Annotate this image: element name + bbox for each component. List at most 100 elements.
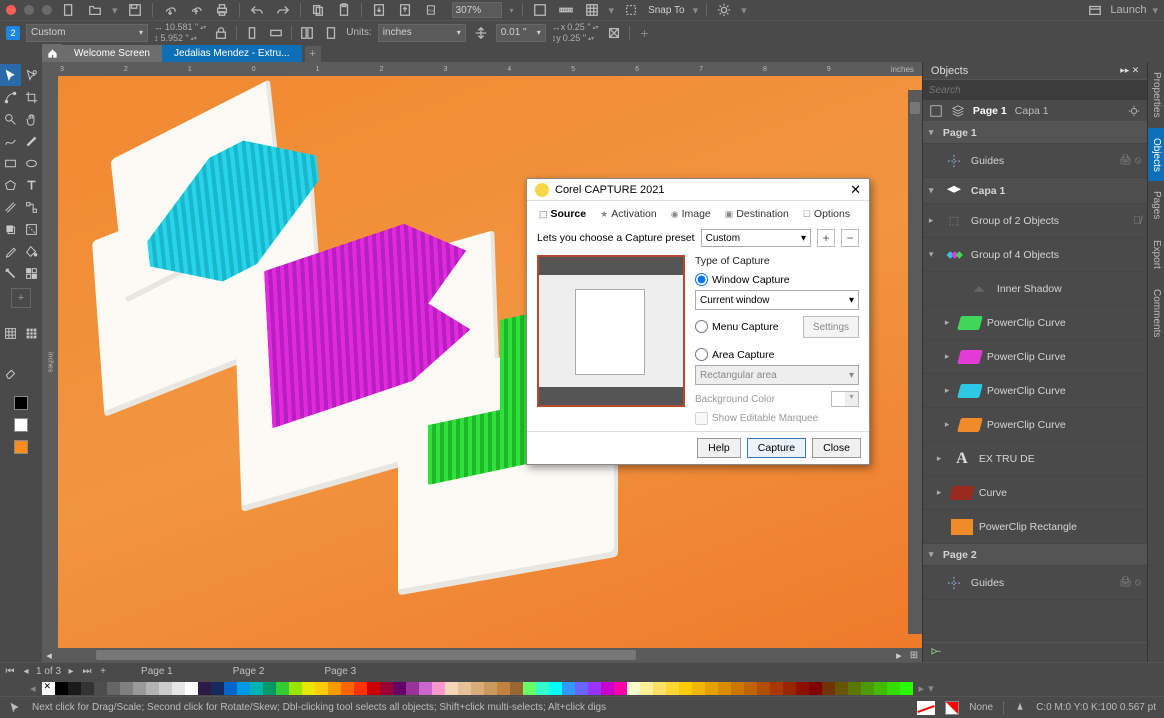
open-icon[interactable] [86,2,104,18]
panel-footer-icon[interactable] [929,646,947,660]
page-tab-3[interactable]: Page 3 [296,666,384,677]
all-pages-icon[interactable] [298,25,316,41]
transparency-tool-icon[interactable] [21,218,42,240]
obj-item-page[interactable]: ▾Page 1 [923,122,1147,144]
obj-item-innershadow[interactable]: ▸Inner Shadow [923,272,1147,306]
side-tab-export[interactable]: Export [1148,230,1164,279]
pick-tool-icon[interactable] [0,64,21,86]
toolbox-customize[interactable]: + [11,288,31,308]
snap-icon[interactable] [622,2,640,18]
page-tab-1[interactable]: Page 1 [113,666,201,677]
text-tool-icon[interactable] [21,174,42,196]
freehand-pick-icon[interactable] [21,64,42,86]
window-select[interactable]: Current window▾ [695,290,859,310]
side-tab-pages[interactable]: Pages [1148,181,1164,229]
preset-add-button[interactable]: + [817,229,835,247]
shape-tool-icon[interactable] [0,86,21,108]
fill-swatch-icon[interactable] [917,701,935,715]
eraser-tool-icon[interactable] [0,362,21,384]
undo-icon[interactable] [248,2,266,18]
dlg-tab-options[interactable]: ☐Options [797,205,856,223]
freehand-tool-icon[interactable] [0,130,21,152]
page-preset-combo[interactable]: Custom [26,24,148,42]
dup-x[interactable]: 0.25 " [567,22,590,32]
export-icon[interactable] [396,2,414,18]
tab-welcome[interactable]: Welcome Screen [62,45,162,62]
smart-fill-icon[interactable] [21,262,42,284]
units-combo[interactable]: inches [378,24,466,42]
grid-icon[interactable] [583,2,601,18]
save-icon[interactable] [126,2,144,18]
obj-item-layer[interactable]: ▾Capa 1 [923,178,1147,204]
dialog-titlebar[interactable]: Corel CAPTURE 2021 ✕ [527,179,869,201]
polygon-tool-icon[interactable] [0,174,21,196]
launch-icon[interactable] [1086,2,1104,18]
paste-icon[interactable] [335,2,353,18]
secondary-color-well[interactable] [14,440,28,454]
obj-item-guides[interactable]: Guides🖨 ⦸ [923,566,1147,600]
zoom-tool-icon[interactable] [0,108,21,130]
fullscreen-icon[interactable] [531,2,549,18]
current-page-icon[interactable] [322,25,340,41]
obj-item-pc[interactable]: ▸PowerClip Curve [923,340,1147,374]
objects-tree[interactable]: ▾Page 1 Guides🖨 ⦸ ▾Capa 1▸⬚Group of 2 Obje… [923,122,1147,642]
ellipse-tool-icon[interactable] [21,152,42,174]
connector-tool-icon[interactable] [21,196,42,218]
portrait-icon[interactable] [243,25,261,41]
page-first-icon[interactable]: ⏮ [4,666,16,677]
page-next-icon[interactable]: ▸ [65,666,77,677]
preset-remove-button[interactable]: − [841,229,859,247]
panel-mode-icon[interactable] [929,104,943,118]
crop-tool-icon[interactable] [21,86,42,108]
side-tab-properties[interactable]: Properties [1148,62,1164,128]
pan-tool-icon[interactable] [21,108,42,130]
obj-item-pc[interactable]: ▸PowerClip Curve [923,374,1147,408]
treat-icon[interactable] [605,25,623,41]
cloud-up-icon[interactable] [187,2,205,18]
side-tab-comments[interactable]: Comments [1148,279,1164,347]
page-add-icon[interactable]: + [97,666,109,677]
redo-icon[interactable] [274,2,292,18]
eyedropper-tool-icon[interactable] [0,240,21,262]
panel-options-icon[interactable] [1127,104,1141,118]
obj-item-pc[interactable]: ▸PowerClip Curve [923,306,1147,340]
dlg-tab-image[interactable]: ◉Image [665,205,717,223]
dialog-close-icon[interactable]: ✕ [850,182,861,198]
add-btn-icon[interactable]: + [636,25,654,41]
radio-window[interactable] [695,273,708,286]
active-layer-label[interactable]: Capa 1 [1015,105,1049,117]
preset-select[interactable]: Custom▾ [701,229,811,247]
help-button[interactable]: Help [697,438,741,458]
obj-item-curve[interactable]: ▸Curve [923,476,1147,510]
import-icon[interactable] [370,2,388,18]
fill-tool-icon[interactable] [21,240,42,262]
vertical-scrollbar[interactable] [908,90,922,634]
panel-collapse-icon[interactable]: ▸▸ ✕ [1120,65,1139,76]
dlg-tab-activation[interactable]: ★Activation [594,205,663,223]
dlg-tab-destination[interactable]: ▣Destination [719,205,795,223]
radio-area[interactable] [695,348,708,361]
obj-item-pcrect[interactable]: PowerClip Rectangle [923,510,1147,544]
close-button[interactable]: Close [812,438,861,458]
rectangle-tool-icon[interactable] [0,152,21,174]
objects-search-input[interactable] [923,80,1147,100]
pdf-icon[interactable]: PDF [422,2,444,18]
window-close-dot[interactable] [6,5,16,15]
page-prev-icon[interactable]: ◂ [20,666,32,677]
radio-menu[interactable] [695,320,708,333]
obj-item-text[interactable]: ▸AEX TRU DE [923,442,1147,476]
parallel-dim-icon[interactable] [0,196,21,218]
active-page-label[interactable]: Page 1 [973,105,1007,117]
home-tab-icon[interactable] [42,44,62,62]
obj-item-group[interactable]: ▸⬚Group of 2 Objects👁̸ [923,204,1147,238]
dropshadow-tool-icon[interactable] [0,218,21,240]
cloud-down-icon[interactable] [161,2,179,18]
zoom-input[interactable] [452,2,502,18]
tab-document[interactable]: Jedalias Mendez - Extru... [162,45,302,62]
options-icon[interactable] [715,2,733,18]
outline-swatch-icon[interactable] [945,701,959,715]
outline-tool-icon[interactable] [0,262,21,284]
horizontal-scrollbar[interactable]: ◂ ▸ ⊞ [42,648,922,662]
obj-item-pc[interactable]: ▸PowerClip Curve [923,408,1147,442]
obj-item-group4[interactable]: ▾Group of 4 Objects [923,238,1147,272]
